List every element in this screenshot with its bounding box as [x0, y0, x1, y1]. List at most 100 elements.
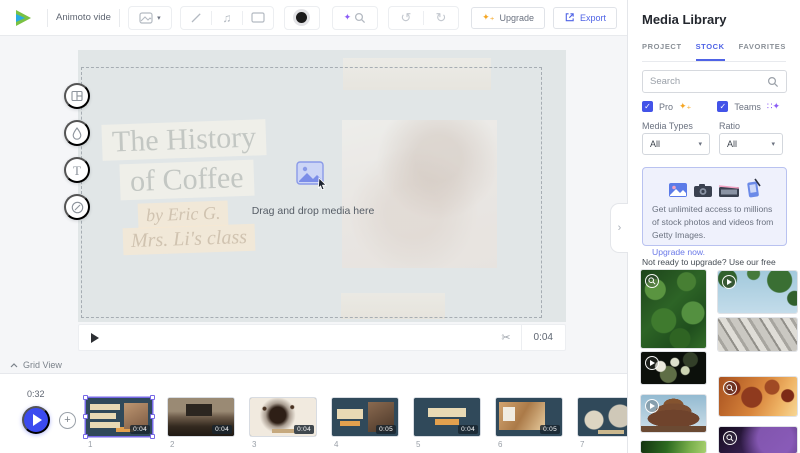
- upgrade-button[interactable]: ✦₊ Upgrade: [471, 7, 545, 29]
- text-tool-button[interactable]: T: [64, 157, 90, 183]
- ratio-select[interactable]: All ▾: [719, 133, 783, 155]
- stock-video-palm-trees[interactable]: [718, 271, 797, 313]
- timeline-clip-5[interactable]: 0:04: [414, 398, 480, 436]
- add-clip-button[interactable]: +: [59, 412, 76, 429]
- record-icon: [296, 12, 307, 23]
- music-tool-button[interactable]: ♫: [212, 7, 242, 29]
- media-style-dropdown[interactable]: ▾: [128, 6, 172, 30]
- search-icon: [354, 12, 366, 24]
- resize-handle[interactable]: [150, 414, 155, 419]
- teams-label: Teams: [734, 102, 761, 112]
- clip-playbar-actions: ✂ 0:04: [491, 325, 565, 350]
- pro-sparkle-icon: ✦₊: [679, 101, 691, 112]
- resize-handle[interactable]: [83, 414, 88, 419]
- color-tool-button[interactable]: [64, 120, 90, 146]
- panel-title: Media Library: [642, 12, 727, 27]
- play-preview-icon[interactable]: [722, 275, 736, 289]
- resize-handle[interactable]: [83, 434, 88, 439]
- history-group: ↺ ↻: [388, 6, 459, 30]
- panel-collapse-tab[interactable]: ›: [610, 203, 628, 253]
- layout-icon: [71, 90, 83, 102]
- clip-playback-bar: ✂ 0:04: [78, 324, 566, 351]
- clip-duration: 0:04: [522, 332, 565, 343]
- resize-handle[interactable]: [83, 395, 88, 400]
- resize-handle[interactable]: [150, 434, 155, 439]
- canvas-title-line1: The History: [101, 119, 266, 161]
- clip-duration-badge: 0:05: [540, 425, 560, 434]
- media-types-label: Media Types: [642, 121, 693, 131]
- export-button[interactable]: Export: [553, 7, 617, 29]
- ratio-label: Ratio: [719, 121, 740, 131]
- upgrade-now-link[interactable]: Upgrade now.: [652, 247, 705, 257]
- chevron-down-icon: ▾: [771, 140, 775, 148]
- resize-handle[interactable]: [150, 395, 155, 400]
- chevron-down-icon: ▾: [698, 140, 702, 148]
- play-preview-icon[interactable]: [645, 399, 659, 413]
- toolbar-divider: [47, 9, 48, 27]
- camera-icon: [693, 183, 713, 198]
- media-frame-button[interactable]: [243, 7, 273, 29]
- clip-number: 3: [252, 440, 256, 449]
- pencil-circle-icon: [71, 201, 84, 214]
- draw-tool-button[interactable]: [181, 7, 211, 29]
- play-preview-icon[interactable]: [645, 356, 659, 370]
- stock-photo-newspapers[interactable]: [718, 318, 797, 351]
- timeline-clip-1[interactable]: 0:04: [86, 398, 152, 436]
- media-types-select[interactable]: All ▾: [642, 133, 710, 155]
- photo-icon: [668, 182, 688, 198]
- design-tool-button[interactable]: [64, 194, 90, 220]
- timeline-clip-2[interactable]: 0:04: [168, 398, 234, 436]
- layout-tool-button[interactable]: [64, 83, 90, 109]
- mobile-edit-icon: [745, 178, 762, 198]
- stock-video-white-flowers[interactable]: [641, 352, 706, 384]
- grid-view-toggle[interactable]: Grid View: [10, 360, 62, 370]
- stock-filters: ✓ Pro ✦₊ ✓ Teams ∷✦: [642, 101, 780, 112]
- library-tabs: PROJECT STOCK FAVORITES: [642, 42, 786, 62]
- drop-media-icon: [295, 160, 329, 190]
- zoom-preview-icon[interactable]: [645, 274, 659, 288]
- stock-photo-purple-abstract[interactable]: [719, 427, 797, 453]
- toolbar-divider: [119, 9, 120, 27]
- clip-duration-badge: 0:04: [458, 425, 478, 434]
- search-icon[interactable]: [767, 76, 779, 88]
- zoom-preview-icon[interactable]: [723, 431, 737, 445]
- stock-photo-basil-plant[interactable]: [641, 270, 706, 348]
- tab-project[interactable]: PROJECT: [642, 42, 682, 61]
- export-button-label: Export: [580, 13, 606, 23]
- undo-button[interactable]: ↺: [389, 7, 423, 29]
- trim-scissors-icon[interactable]: ✂: [491, 331, 520, 344]
- clip-play-button[interactable]: [91, 333, 99, 343]
- canvas-title-line2: of Coffee: [119, 160, 254, 201]
- record-voiceover-button[interactable]: [284, 6, 320, 30]
- redo-button[interactable]: ↻: [424, 7, 458, 29]
- stock-photo-green-leaves[interactable]: [641, 441, 706, 453]
- clip-number: 1: [88, 440, 92, 449]
- timeline-clip-3[interactable]: 0:04: [250, 398, 316, 436]
- stock-video-pagoda[interactable]: [641, 395, 706, 432]
- timeline-clip-6[interactable]: 0:05: [496, 398, 562, 436]
- preview-play-button[interactable]: [22, 406, 50, 434]
- video-canvas[interactable]: The History of Coffee by Eric G. Mrs. Li…: [78, 50, 566, 322]
- pro-label: Pro: [659, 102, 673, 112]
- search-input[interactable]: [650, 76, 767, 87]
- music-note-icon: ♫: [222, 12, 231, 24]
- zoom-preview-icon[interactable]: [723, 381, 737, 395]
- stock-photo-autumn-leaves[interactable]: [719, 377, 797, 416]
- tab-stock[interactable]: STOCK: [696, 42, 725, 61]
- ai-search-button[interactable]: ✦: [332, 6, 378, 30]
- clip-number: 2: [170, 440, 174, 449]
- timeline-clip-4[interactable]: 0:05: [332, 398, 398, 436]
- clip-duration-badge: 0:05: [376, 425, 396, 434]
- chevron-down-icon: ▾: [157, 14, 161, 22]
- pen-icon: [190, 12, 202, 24]
- canvas-byline2: Mrs. Li's class: [123, 224, 256, 256]
- tab-favorites[interactable]: FAVORITES: [739, 42, 786, 61]
- clip-number: 6: [498, 440, 502, 449]
- frame-icon: [251, 12, 265, 23]
- teams-checkbox[interactable]: ✓: [717, 101, 728, 112]
- project-title[interactable]: Animoto vide: [56, 12, 111, 23]
- pro-checkbox[interactable]: ✓: [642, 101, 653, 112]
- animoto-logo-icon[interactable]: [16, 10, 31, 26]
- getty-promo-card[interactable]: Get unlimited access to millions of stoc…: [642, 167, 787, 246]
- clip-duration-badge: 0:04: [294, 425, 314, 434]
